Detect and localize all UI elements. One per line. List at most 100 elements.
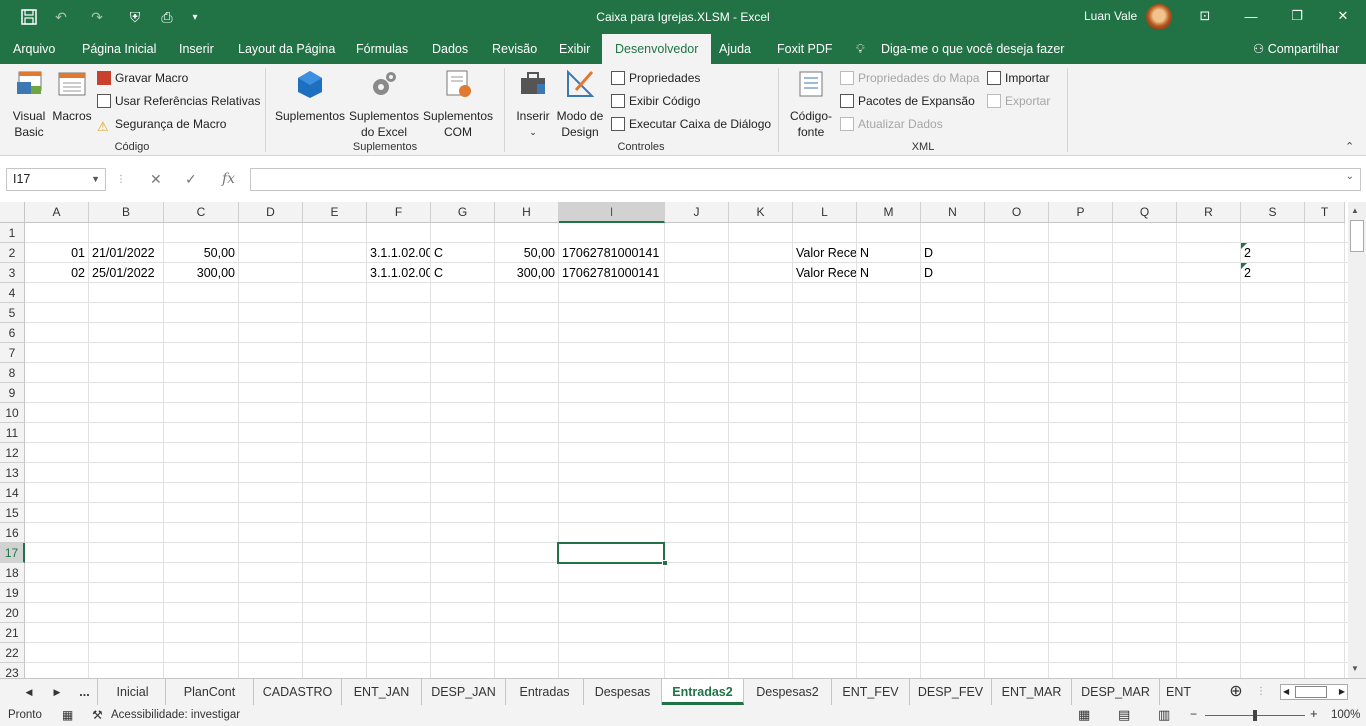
column-header[interactable]: T	[1305, 202, 1345, 223]
visual-basic-button[interactable]: Visual Basic	[8, 68, 50, 140]
cell-H3[interactable]: 300,00	[495, 263, 558, 283]
accessibility-icon[interactable]: ⚒	[92, 708, 103, 722]
row-header[interactable]: 12	[0, 443, 25, 463]
scroll-thumb[interactable]	[1350, 220, 1364, 252]
executar-dialogo-button[interactable]: Executar Caixa de Diálogo	[611, 114, 771, 134]
name-box[interactable]: I17 ▼	[6, 168, 106, 191]
sheet-tab[interactable]: DESP_FEV	[910, 679, 992, 705]
cell-N3[interactable]: D	[921, 263, 984, 283]
column-header[interactable]: K	[729, 202, 793, 223]
column-header[interactable]: P	[1049, 202, 1113, 223]
cell-B2[interactable]: 21/01/2022	[89, 243, 163, 263]
propriedades-mapa-button[interactable]: Propriedades do Mapa	[840, 68, 979, 88]
sheet-tab[interactable]: DESP_JAN	[422, 679, 506, 705]
row-header[interactable]: 17	[0, 543, 25, 563]
row-header[interactable]: 7	[0, 343, 25, 363]
sheet-tab[interactable]: Despesas	[584, 679, 662, 705]
row-header[interactable]: 19	[0, 583, 25, 603]
collapse-ribbon-icon[interactable]: ⌃	[1345, 140, 1354, 153]
tab-dados[interactable]: Dados	[432, 34, 468, 64]
zoom-thumb[interactable]	[1253, 710, 1257, 721]
avatar[interactable]	[1146, 4, 1172, 30]
sheet-tab[interactable]: Entradas	[506, 679, 584, 705]
expand-formula-icon[interactable]: ⌄	[1346, 171, 1354, 182]
row-header[interactable]: 6	[0, 323, 25, 343]
close-icon[interactable]: ✕	[1320, 0, 1366, 32]
add-sheet-icon[interactable]: ⊕	[1222, 679, 1250, 705]
seguranca-macro-button[interactable]: ⚠ Segurança de Macro	[97, 114, 226, 134]
column-header[interactable]: B	[89, 202, 164, 223]
row-header[interactable]: 1	[0, 223, 25, 243]
sheet-tab[interactable]: PlanCont	[166, 679, 254, 705]
column-header[interactable]: I	[559, 202, 665, 223]
row-header[interactable]: 21	[0, 623, 25, 643]
scroll-left-icon[interactable]: ◀	[1283, 685, 1289, 699]
exibir-codigo-button[interactable]: Exibir Código	[611, 91, 700, 111]
cell-I2[interactable]: 17062781000141	[559, 243, 664, 263]
enter-icon[interactable]: ✓	[185, 168, 197, 191]
cell-S3[interactable]: 2	[1241, 263, 1304, 283]
sheet-tab[interactable]: ENT	[1160, 679, 1200, 705]
cell-A3[interactable]: 02	[25, 263, 88, 283]
row-header[interactable]: 8	[0, 363, 25, 383]
worksheet-grid[interactable]: A B C D E F G H I J K L M N O P Q R S T 1 2 3 4 5 6 7 8 9 10 11 12 13 14 1…	[0, 202, 1348, 678]
tab-ajuda[interactable]: Ajuda	[719, 34, 751, 64]
column-header[interactable]: O	[985, 202, 1049, 223]
propriedades-button[interactable]: Propriedades	[611, 68, 700, 88]
row-header[interactable]: 2	[0, 243, 25, 263]
row-header[interactable]: 9	[0, 383, 25, 403]
cell-S2[interactable]: 2	[1241, 243, 1304, 263]
column-header[interactable]: R	[1177, 202, 1241, 223]
sheet-tab[interactable]: Despesas2	[744, 679, 832, 705]
normal-view-icon[interactable]: ▦	[1078, 707, 1090, 723]
cell-A2[interactable]: 01	[25, 243, 88, 263]
referencias-relativas-button[interactable]: Usar Referências Relativas	[97, 91, 260, 111]
tab-exibir[interactable]: Exibir	[559, 34, 590, 64]
sheet-tab[interactable]: Entradas2	[662, 679, 744, 705]
column-header[interactable]: L	[793, 202, 857, 223]
scroll-right-icon[interactable]: ▶	[1339, 685, 1345, 699]
scroll-up-icon[interactable]: ▲	[1351, 206, 1359, 215]
next-sheet-icon[interactable]: ▶	[48, 679, 66, 705]
minimize-icon[interactable]: —	[1228, 0, 1274, 32]
row-header[interactable]: 16	[0, 523, 25, 543]
tab-pagina-inicial[interactable]: Página Inicial	[82, 34, 156, 64]
column-header[interactable]: E	[303, 202, 367, 223]
cell-M3[interactable]: N	[857, 263, 920, 283]
column-header[interactable]: Q	[1113, 202, 1177, 223]
tab-desenvolvedor[interactable]: Desenvolvedor	[602, 34, 712, 64]
cell-G2[interactable]: C	[431, 243, 494, 263]
sheet-tab[interactable]: ENT_MAR	[992, 679, 1072, 705]
page-layout-icon[interactable]: ▤	[1118, 707, 1130, 723]
cell-H2[interactable]: 50,00	[495, 243, 558, 263]
zoom-level[interactable]: 100%	[1331, 709, 1360, 721]
codigo-fonte-button[interactable]: Código-fonte	[786, 68, 836, 140]
tell-me-input[interactable]: Diga-me o que você deseja fazer	[881, 34, 1064, 64]
column-header[interactable]: F	[367, 202, 431, 223]
insert-function-icon[interactable]: fx	[222, 168, 235, 191]
tab-split-icon[interactable]: ⋮	[1256, 686, 1266, 697]
macro-recording-icon[interactable]: ▦	[62, 708, 73, 722]
restore-icon[interactable]: ❐	[1274, 0, 1320, 32]
page-break-icon[interactable]: ▥	[1158, 707, 1170, 723]
column-header[interactable]: M	[857, 202, 921, 223]
cell-C2[interactable]: 50,00	[164, 243, 238, 263]
sheet-tab[interactable]: ENT_JAN	[342, 679, 422, 705]
cell-L3[interactable]: Valor Recebido	[793, 263, 856, 283]
column-header[interactable]: J	[665, 202, 729, 223]
row-header[interactable]: 4	[0, 283, 25, 303]
row-header[interactable]: 10	[0, 403, 25, 423]
tab-inserir[interactable]: Inserir	[179, 34, 214, 64]
cancel-icon[interactable]: ✕	[150, 168, 162, 191]
cell-M2[interactable]: N	[857, 243, 920, 263]
column-header[interactable]: A	[25, 202, 89, 223]
row-header[interactable]: 22	[0, 643, 25, 663]
sheet-tab[interactable]: CADASTRO	[254, 679, 342, 705]
row-header[interactable]: 11	[0, 423, 25, 443]
user-name[interactable]: Luan Vale	[1084, 9, 1137, 23]
row-header[interactable]: 14	[0, 483, 25, 503]
row-header[interactable]: 13	[0, 463, 25, 483]
cell-C3[interactable]: 300,00	[164, 263, 238, 283]
column-header[interactable]: D	[239, 202, 303, 223]
cell-B3[interactable]: 25/01/2022	[89, 263, 163, 283]
